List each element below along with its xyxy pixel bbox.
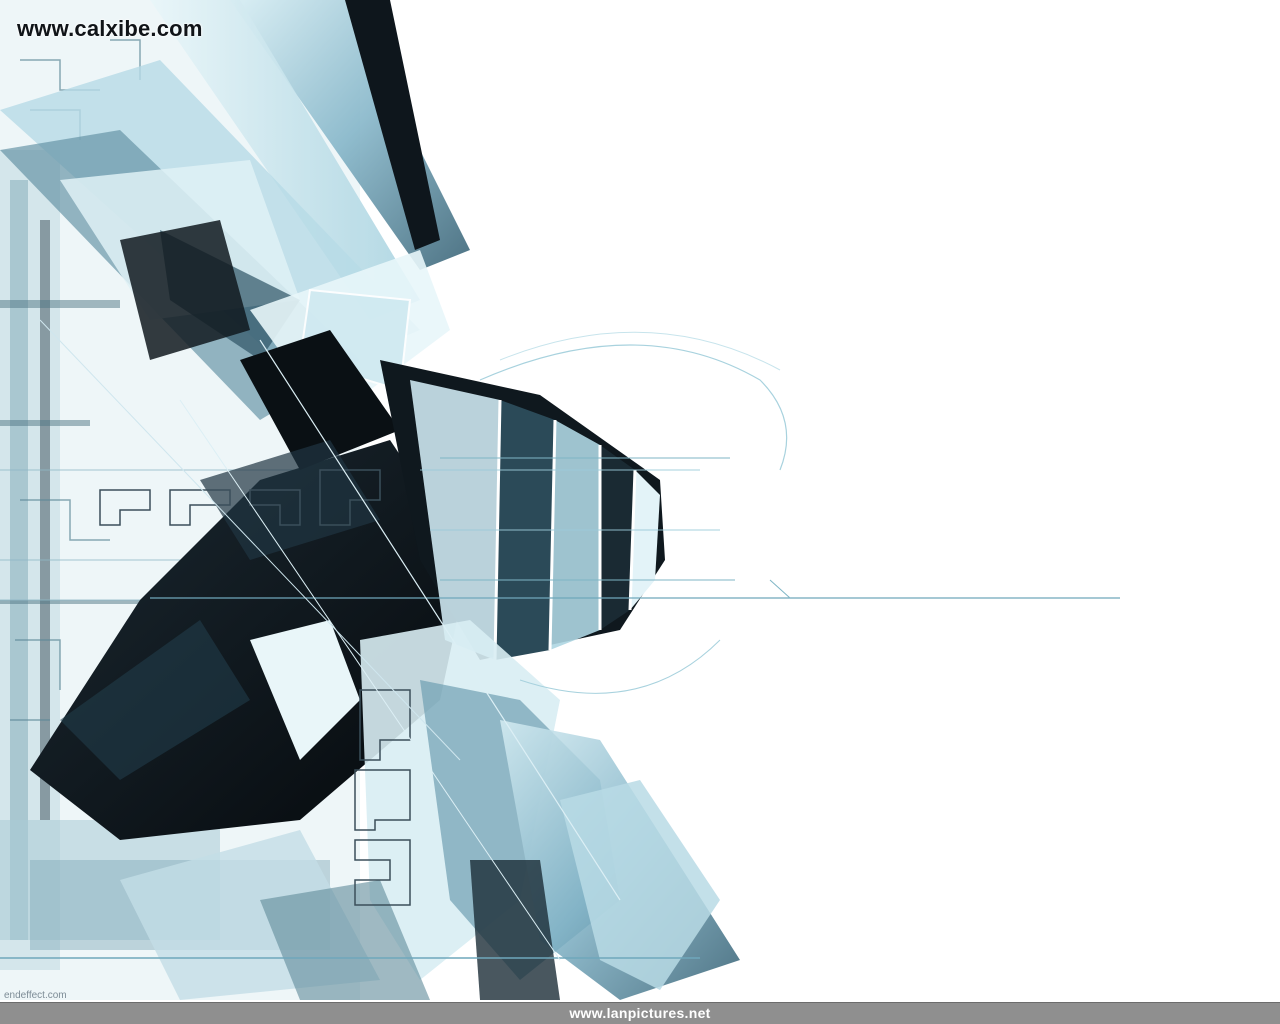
artist-credit: endeffect.com bbox=[4, 990, 67, 1001]
site-watermark-top: www.calxibe.com bbox=[17, 16, 203, 41]
abstract-tech-artwork bbox=[0, 0, 1280, 1000]
site-watermark-bottom: www.lanpictures.net bbox=[569, 1005, 711, 1021]
wallpaper-canvas: www.calxibe.com endeffect.com www.lanpic… bbox=[0, 0, 1280, 1024]
